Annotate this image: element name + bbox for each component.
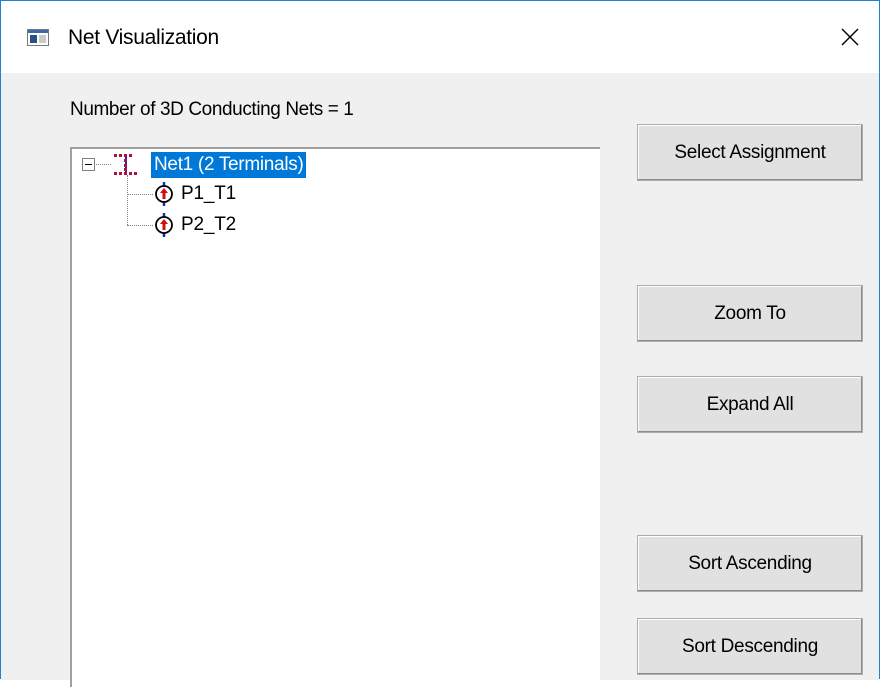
tree-item-terminal[interactable]: P2_T2	[181, 213, 236, 237]
close-button[interactable]	[821, 1, 879, 73]
zoom-to-button[interactable]: Zoom To	[637, 285, 863, 342]
sort-descending-button[interactable]: Sort Descending	[637, 618, 863, 675]
net-visualization-window: Net Visualization Number of 3D Conductin…	[0, 0, 880, 687]
net-count-label: Number of 3D Conducting Nets = 1	[70, 99, 354, 120]
tree-connector	[127, 194, 153, 195]
window-title: Net Visualization	[68, 26, 219, 49]
tree-item-terminal[interactable]: P1_T1	[181, 182, 236, 206]
terminal-icon	[155, 213, 173, 237]
sort-ascending-button[interactable]: Sort Ascending	[637, 535, 863, 592]
tree-connector	[127, 175, 128, 225]
tree-item-net1[interactable]: Net1 (2 Terminals)	[151, 152, 307, 178]
collapse-toggle[interactable]	[82, 158, 95, 171]
select-assignment-button[interactable]: Select Assignment	[637, 124, 863, 181]
window-app-icon	[27, 29, 49, 46]
dialog-body: Number of 3D Conducting Nets = 1 Net1 (2…	[1, 73, 879, 687]
net-icon	[114, 154, 137, 175]
close-icon	[841, 28, 859, 46]
tree-connector	[127, 225, 153, 226]
net-tree-view[interactable]: Net1 (2 Terminals) P1_T1 P2_T2	[70, 147, 600, 687]
terminal-icon	[155, 182, 173, 206]
tree-connector	[96, 164, 111, 165]
title-bar[interactable]: Net Visualization	[1, 1, 879, 73]
expand-all-button[interactable]: Expand All	[637, 376, 863, 433]
